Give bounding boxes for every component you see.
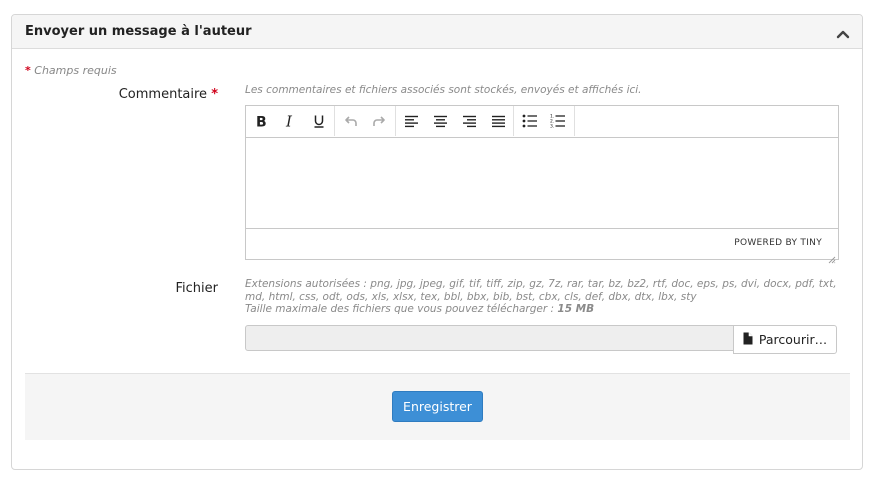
numbered-list-icon[interactable]: 1. 2. 3. xyxy=(546,110,570,132)
save-button[interactable]: Enregistrer xyxy=(392,391,483,422)
align-left-icon[interactable] xyxy=(399,110,423,132)
bullet-list-icon[interactable] xyxy=(518,110,542,132)
svg-text:3.: 3. xyxy=(550,124,554,128)
file-max-size-label: Taille maximale des fichiers que vous po… xyxy=(245,303,558,315)
powered-by-link[interactable]: POWERED BY TINY xyxy=(734,238,822,248)
rich-text-editor: B I 1. 2. 3. POWERED BY TINY xyxy=(245,105,839,264)
browse-button[interactable]: Parcourir… xyxy=(733,325,837,354)
file-label-text: Fichier xyxy=(175,281,219,296)
editor-statusbar: POWERED BY TINY xyxy=(246,228,838,264)
required-note: * Champs requis xyxy=(25,64,117,77)
editor-toolbar: B I 1. 2. 3. xyxy=(246,106,838,138)
toolbar-group-lists: 1. 2. 3. xyxy=(514,106,575,136)
editor-content-area[interactable] xyxy=(246,138,838,229)
comment-help: Les commentaires et fichiers associés so… xyxy=(245,84,642,96)
undo-icon[interactable] xyxy=(339,110,363,132)
svg-text:B: B xyxy=(256,115,267,129)
comment-label-text: Commentaire xyxy=(118,87,208,102)
file-icon xyxy=(743,332,753,348)
file-help: Extensions autorisées : png, jpg, jpeg, … xyxy=(245,278,837,316)
required-star: * xyxy=(211,87,218,102)
required-star: * xyxy=(25,64,31,77)
align-center-icon[interactable] xyxy=(428,110,452,132)
file-label: Fichier xyxy=(100,281,219,296)
file-max-size: Taille maximale des fichiers que vous po… xyxy=(245,303,837,316)
align-justify-icon[interactable] xyxy=(486,110,510,132)
toolbar-group-history xyxy=(335,106,396,136)
toolbar-group-format: B I xyxy=(246,106,335,136)
required-note-text: Champs requis xyxy=(34,64,117,77)
file-extensions-line2: md, html, css, odt, ods, xls, xlsx, tex,… xyxy=(245,290,697,303)
svg-text:I: I xyxy=(285,114,293,128)
panel-title: Envoyer un message à l'auteur xyxy=(25,24,252,39)
bold-icon[interactable]: B xyxy=(249,110,273,132)
browse-button-label: Parcourir… xyxy=(758,332,828,347)
italic-icon[interactable]: I xyxy=(278,110,302,132)
redo-icon[interactable] xyxy=(367,110,391,132)
file-max-size-value: 15 MB xyxy=(557,303,595,315)
file-path-input[interactable] xyxy=(245,325,735,351)
panel-header[interactable]: Envoyer un message à l'auteur xyxy=(12,15,862,49)
align-right-icon[interactable] xyxy=(457,110,481,132)
resize-handle-icon[interactable] xyxy=(828,249,836,264)
toolbar-group-align xyxy=(396,106,514,136)
comment-label: Commentaire * xyxy=(100,87,218,102)
file-extensions-line1: Extensions autorisées : png, jpg, jpeg, … xyxy=(245,278,837,290)
chevron-up-icon[interactable] xyxy=(836,25,850,39)
underline-icon[interactable] xyxy=(307,110,331,132)
